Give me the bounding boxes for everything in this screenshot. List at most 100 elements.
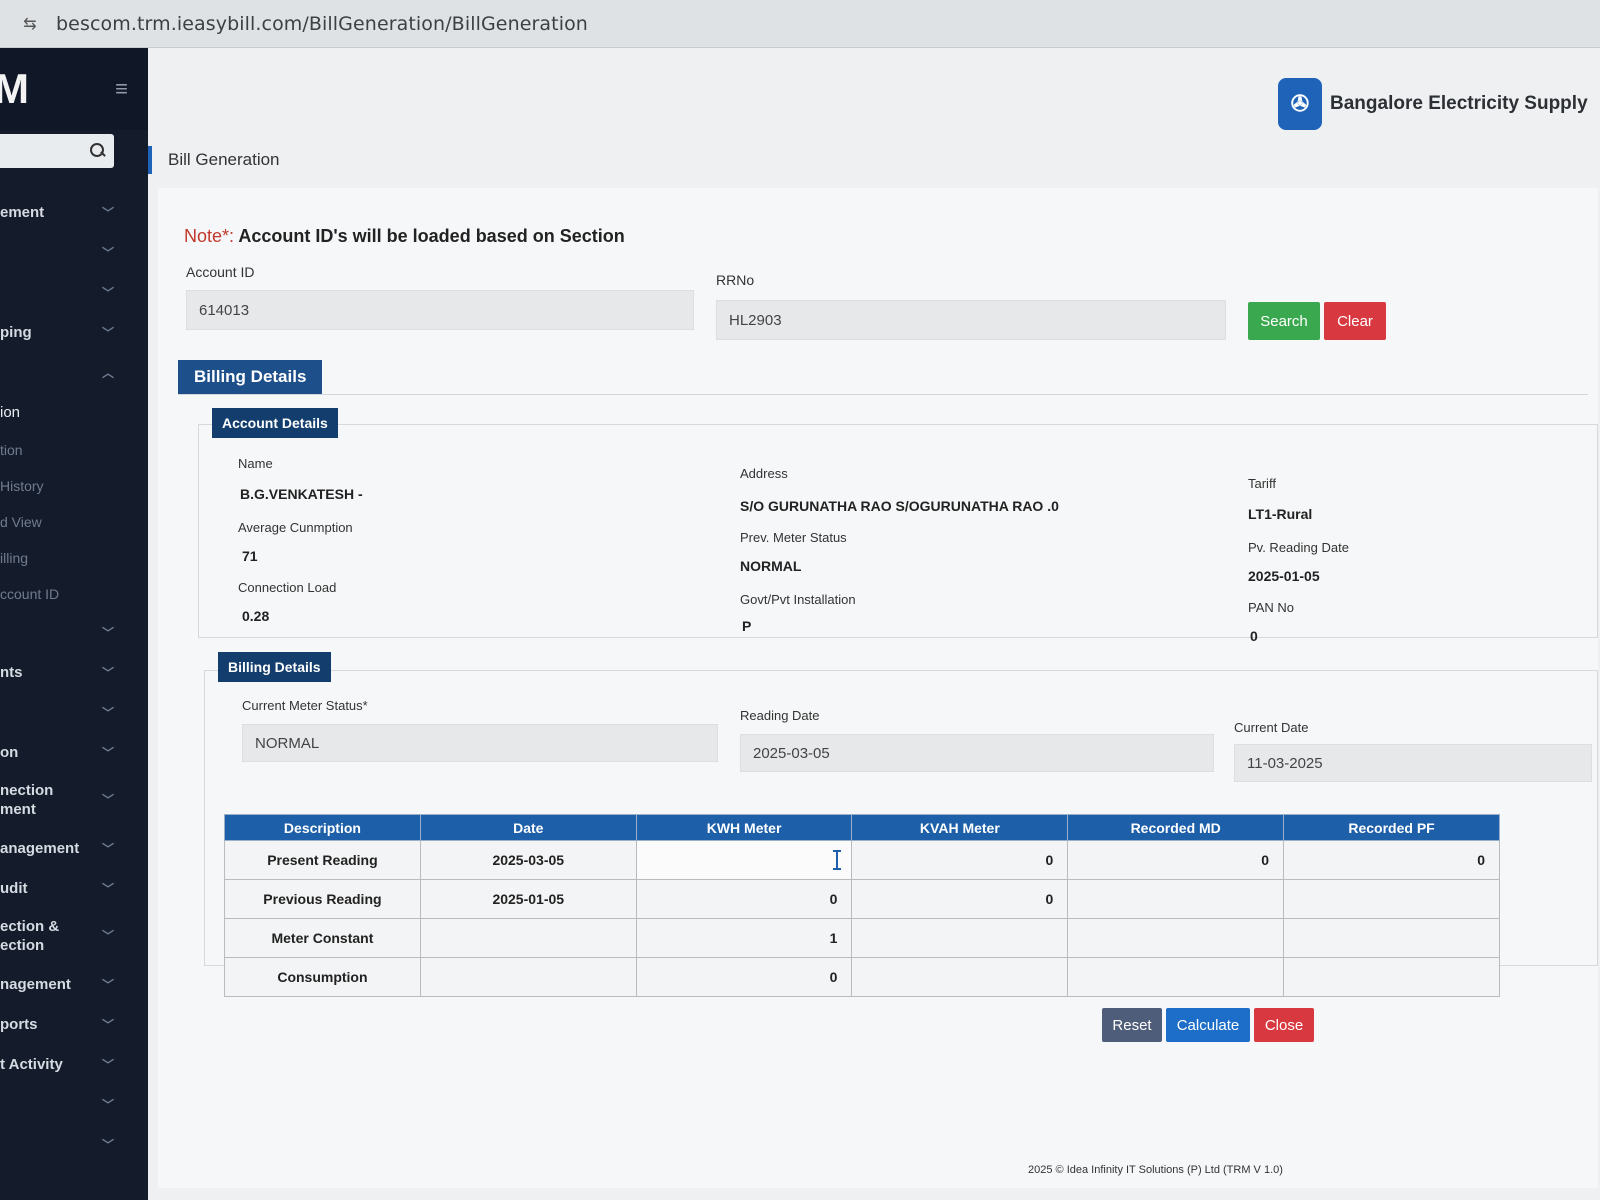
- chevron-down-icon[interactable]: ﹀: [102, 704, 114, 721]
- chevron-down-icon[interactable]: ﹀: [102, 284, 114, 301]
- govt-pvt-installation-label: Govt/Pvt Installation: [740, 592, 856, 607]
- calculate-button[interactable]: Calculate: [1166, 1008, 1250, 1042]
- url-text[interactable]: bescom.trm.ieasybill.com/BillGeneration/…: [56, 13, 588, 35]
- sidebar-item-label: on: [0, 743, 19, 761]
- reading-date-field[interactable]: 2025-03-05: [740, 734, 1214, 772]
- sidebar-item[interactable]: udit ﹀: [0, 868, 148, 908]
- sidebar-item[interactable]: ection & ection ﹀: [0, 908, 148, 964]
- table-cell-kwh[interactable]: 0: [635, 879, 853, 919]
- sidebar-item[interactable]: ccount ID: [0, 576, 148, 612]
- clear-button[interactable]: Clear: [1324, 302, 1386, 340]
- sidebar-item[interactable]: nts ﹀: [0, 652, 148, 692]
- chevron-down-icon[interactable]: ﹀: [102, 664, 114, 681]
- table-cell-pf: [1283, 957, 1500, 997]
- table-cell-kwh: 0: [635, 957, 853, 997]
- table-cell-date: 2025-03-05: [419, 840, 637, 880]
- chevron-down-icon[interactable]: ﹀: [102, 1056, 114, 1073]
- rrno-field[interactable]: HL2903: [716, 300, 1226, 340]
- app-logo[interactable]: M: [0, 65, 29, 113]
- current-meter-status-select[interactable]: NORMAL: [242, 724, 718, 762]
- account-details-tab: Account Details: [212, 408, 338, 438]
- table-cell-md: [1067, 918, 1285, 958]
- sidebar-item[interactable]: d View: [0, 504, 148, 540]
- sidebar-item[interactable]: nagement ﹀: [0, 964, 148, 1004]
- chevron-down-icon[interactable]: ﹀: [102, 1016, 114, 1033]
- hamburger-menu-icon[interactable]: ≡: [115, 76, 128, 102]
- sidebar-item[interactable]: ping ﹀: [0, 312, 148, 352]
- table-cell-desc: Present Reading: [224, 840, 421, 880]
- sidebar-search-input[interactable]: [0, 134, 114, 168]
- note-text: Account ID's will be loaded based on Sec…: [238, 226, 625, 246]
- search-button[interactable]: Search: [1248, 302, 1320, 340]
- prev-meter-status-label: Prev. Meter Status: [740, 530, 847, 545]
- table-cell-date: 2025-01-05: [419, 879, 637, 919]
- sidebar-item[interactable]: ︿: [0, 352, 148, 392]
- sidebar-item[interactable]: ement ﹀: [0, 192, 148, 232]
- sidebar-item[interactable]: tion: [0, 432, 148, 468]
- column-header: KWH Meter: [635, 814, 853, 841]
- note-prefix: Note*:: [184, 226, 235, 246]
- sidebar-item-label: ports: [0, 1015, 38, 1033]
- sidebar-item[interactable]: anagement ﹀: [0, 828, 148, 868]
- bill-generation-card: Note*: Account ID's will be loaded based…: [158, 188, 1598, 1188]
- table-cell-kwh: 1: [635, 918, 853, 958]
- sidebar-item[interactable]: ﹀: [0, 612, 148, 652]
- site-settings-icon[interactable]: ⇆: [18, 12, 42, 36]
- page-title: Bill Generation: [168, 150, 280, 169]
- chevron-down-icon[interactable]: ﹀: [102, 1136, 114, 1153]
- sidebar-item[interactable]: ﹀: [0, 232, 148, 272]
- chevron-down-icon[interactable]: ﹀: [102, 324, 114, 341]
- close-button[interactable]: Close: [1254, 1008, 1314, 1042]
- table-cell-pf[interactable]: 0: [1283, 840, 1500, 880]
- table-cell-date: [419, 918, 637, 958]
- chevron-down-icon[interactable]: ﹀: [102, 880, 114, 897]
- section-note: Note*: Account ID's will be loaded based…: [184, 226, 625, 247]
- chevron-down-icon[interactable]: ﹀: [102, 244, 114, 261]
- address-label: Address: [740, 466, 788, 481]
- table-cell-md[interactable]: [1067, 879, 1285, 919]
- chevron-down-icon[interactable]: ﹀: [102, 1096, 114, 1113]
- sidebar-item-label: illing: [0, 550, 29, 566]
- reset-button[interactable]: Reset: [1102, 1008, 1162, 1042]
- sidebar-item[interactable]: on ﹀: [0, 732, 148, 772]
- average-consumption-value: 71: [242, 548, 258, 564]
- table-cell-pf[interactable]: [1283, 879, 1500, 919]
- sidebar-item-label: d View: [0, 514, 42, 530]
- sidebar-item[interactable]: ports ﹀: [0, 1004, 148, 1044]
- chevron-down-icon[interactable]: ﹀: [102, 624, 114, 641]
- pan-no-value: 0: [1250, 628, 1258, 644]
- table-cell-pf: [1283, 918, 1500, 958]
- chevron-down-icon[interactable]: ﹀: [102, 744, 114, 761]
- section-divider: [178, 394, 1588, 395]
- sidebar-item[interactable]: ﹀: [0, 692, 148, 732]
- table-cell-md[interactable]: 0: [1067, 840, 1285, 880]
- table-cell-kvah[interactable]: 0: [851, 879, 1069, 919]
- browser-address-bar: ⇆ bescom.trm.ieasybill.com/BillGeneratio…: [0, 0, 1600, 48]
- kwh-present-reading-input[interactable]: [635, 840, 853, 880]
- sidebar-item[interactable]: nection ment ﹀: [0, 772, 148, 828]
- sidebar-item[interactable]: t Activity ﹀: [0, 1044, 148, 1084]
- current-meter-status-label: Current Meter Status*: [242, 698, 368, 713]
- chevron-down-icon[interactable]: ﹀: [102, 927, 114, 946]
- sidebar-item[interactable]: ion: [0, 392, 148, 432]
- sidebar-item[interactable]: ﹀: [0, 1124, 148, 1164]
- chevron-down-icon[interactable]: ﹀: [102, 204, 114, 221]
- search-icon[interactable]: [90, 143, 106, 159]
- account-id-field[interactable]: 614013: [186, 290, 694, 330]
- sidebar-item-label: ping: [0, 323, 32, 341]
- bescom-logo: ✇: [1278, 78, 1322, 130]
- name-label: Name: [238, 456, 273, 471]
- chevron-down-icon[interactable]: ﹀: [102, 976, 114, 993]
- average-consumption-label: Average Cunmption: [238, 520, 353, 535]
- sidebar-item[interactable]: ﹀: [0, 1084, 148, 1124]
- sidebar-item-label: t Activity: [0, 1055, 63, 1073]
- chevron-down-icon[interactable]: ﹀: [102, 840, 114, 857]
- sidebar-item[interactable]: History: [0, 468, 148, 504]
- table-cell-kvah[interactable]: 0: [851, 840, 1069, 880]
- sidebar-item[interactable]: ﹀: [0, 272, 148, 312]
- chevron-down-icon[interactable]: ﹀: [102, 791, 114, 810]
- chevron-up-icon[interactable]: ︿: [102, 364, 114, 381]
- column-header: Date: [419, 814, 637, 841]
- billing-details-section-tab: Billing Details: [178, 360, 323, 394]
- sidebar-item[interactable]: illing: [0, 540, 148, 576]
